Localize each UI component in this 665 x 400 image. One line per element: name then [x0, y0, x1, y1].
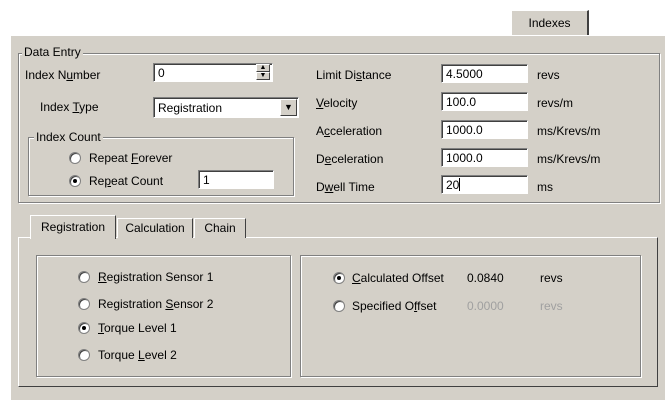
index-type-select[interactable]: Registration: [153, 97, 299, 118]
repeat-count-radio[interactable]: [69, 175, 81, 187]
acceleration-label: Acceleration: [316, 124, 383, 138]
index-number-input[interactable]: 0: [153, 63, 273, 82]
index-type-label: Index Type: [40, 100, 99, 114]
torque-level-1-radio[interactable]: [78, 322, 90, 334]
specified-offset-unit: revs: [540, 299, 563, 313]
calculated-offset-label[interactable]: Calculated Offset: [352, 271, 444, 285]
limit-distance-label: Limit Distance: [316, 68, 392, 82]
torque-level-2-label[interactable]: Torque Level 2: [98, 348, 177, 362]
index-number-label: Index Number: [25, 68, 101, 82]
index-number-up-button[interactable]: ▲: [256, 64, 270, 72]
index-type-dropdown-button[interactable]: ▼: [280, 99, 297, 116]
acceleration-input[interactable]: 1000.0: [441, 120, 528, 139]
torque-level-1-label[interactable]: Torque Level 1: [98, 321, 177, 335]
index-number-down-button[interactable]: ▼: [256, 72, 270, 80]
velocity-unit: revs/m: [537, 96, 573, 110]
deceleration-unit: ms/Krevs/m: [537, 152, 601, 166]
tab-registration[interactable]: Registration: [30, 215, 116, 239]
tab-indexes[interactable]: Indexes: [511, 10, 589, 36]
velocity-label: Velocity: [316, 96, 358, 110]
tab-chain[interactable]: Chain: [194, 218, 246, 238]
limit-distance-unit: revs: [537, 68, 560, 82]
deceleration-input[interactable]: 1000.0: [441, 148, 528, 167]
specified-offset-label[interactable]: Specified Offset: [352, 299, 437, 313]
calculated-offset-radio[interactable]: [333, 272, 345, 284]
registration-sensor-2-label[interactable]: Registration Sensor 2: [98, 297, 213, 311]
deceleration-label: Deceleration: [316, 152, 384, 166]
specified-offset-radio[interactable]: [333, 300, 345, 312]
registration-sensor-1-label[interactable]: Registration Sensor 1: [98, 270, 213, 284]
dwell-time-input[interactable]: 20: [441, 175, 528, 194]
tab-indexes-label: Indexes: [528, 16, 571, 30]
velocity-input[interactable]: 100.0: [441, 92, 528, 111]
acceleration-unit: ms/Krevs/m: [537, 124, 601, 138]
chevron-down-icon: ▼: [284, 102, 293, 112]
repeat-count-label[interactable]: Repeat Count: [89, 174, 163, 188]
registration-sensor-1-radio[interactable]: [78, 271, 90, 283]
repeat-forever-label[interactable]: Repeat Forever: [89, 151, 172, 165]
repeat-forever-radio[interactable]: [69, 152, 81, 164]
tab-calculation[interactable]: Calculation: [117, 218, 193, 238]
torque-level-2-radio[interactable]: [78, 349, 90, 361]
text-caret: [459, 178, 461, 191]
limit-distance-input[interactable]: 4.5000: [441, 64, 528, 83]
dwell-time-unit: ms: [537, 180, 553, 194]
specified-offset-value: 0.0000: [467, 299, 504, 313]
calculated-offset-unit: revs: [540, 271, 563, 285]
data-entry-legend: Data Entry: [22, 45, 83, 59]
repeat-count-input[interactable]: 1: [198, 170, 274, 189]
calculated-offset-value: 0.0840: [467, 271, 504, 285]
index-count-legend: Index Count: [34, 130, 103, 144]
dwell-time-label: Dwell Time: [316, 180, 375, 194]
registration-sensor-2-radio[interactable]: [78, 298, 90, 310]
